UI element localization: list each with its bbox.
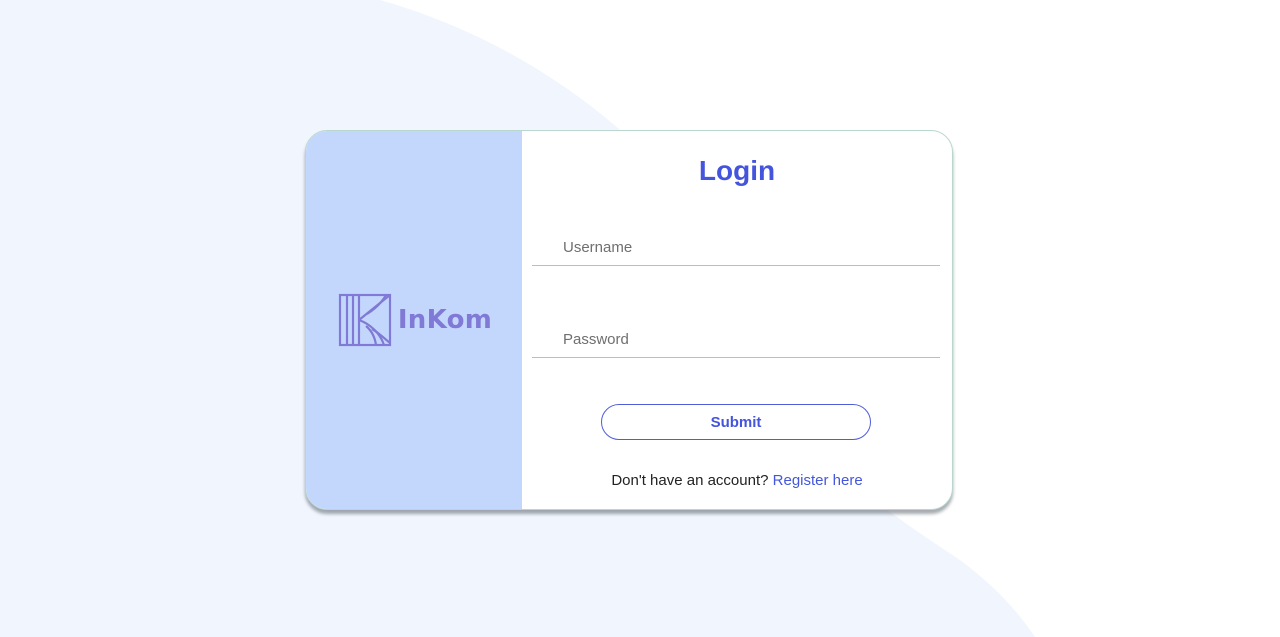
username-input[interactable] — [532, 229, 940, 265]
login-form: Login Submit Don't have an account? Regi… — [522, 131, 952, 509]
page-title: Login — [698, 155, 776, 186]
username-field-container — [532, 229, 940, 266]
inkom-logo-icon — [338, 293, 392, 347]
brand-panel: InKom — [306, 131, 522, 509]
submit-button[interactable]: Submit — [601, 404, 871, 440]
login-card: InKom Login Submit Don't have an account… — [305, 130, 953, 510]
register-prompt: Don't have an account? Register here — [522, 472, 952, 489]
register-prompt-text: Don't have an account? — [611, 472, 769, 489]
register-link[interactable]: Register here — [773, 472, 863, 489]
brand-name: InKom — [397, 305, 493, 335]
password-field-container — [532, 321, 940, 358]
password-input[interactable] — [532, 321, 940, 357]
brand-logo: InKom — [338, 293, 492, 347]
